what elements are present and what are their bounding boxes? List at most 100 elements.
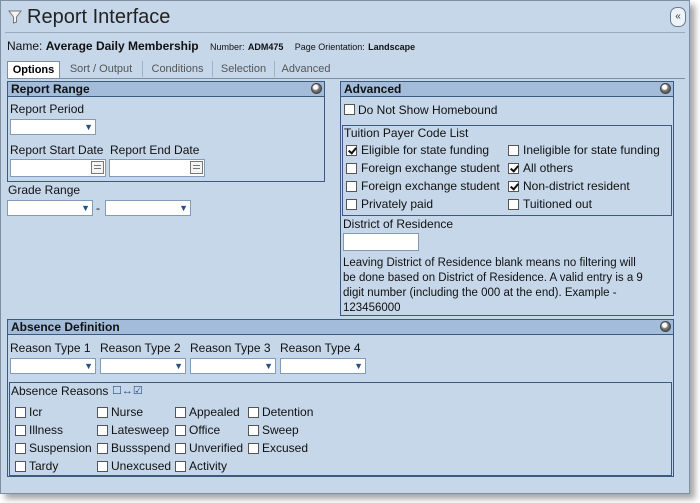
tab-sort-output[interactable]: Sort / Output — [60, 61, 143, 77]
tuition-tuitioned-out-checkbox[interactable] — [508, 199, 519, 210]
gear-icon[interactable] — [660, 83, 671, 94]
reason-nurse-label: Nurse — [111, 405, 144, 419]
reason-illness-label: Illness — [29, 423, 64, 437]
report-end-date-input[interactable] — [109, 159, 205, 177]
reason-type-3-label: Reason Type 3 — [190, 341, 271, 355]
reason-nurse-checkbox[interactable] — [97, 407, 108, 418]
title-divider — [5, 32, 685, 33]
tab-conditions[interactable]: Conditions — [143, 61, 213, 77]
reason-type-3-select[interactable]: ▼ — [190, 358, 276, 374]
reason-icr-checkbox[interactable] — [15, 407, 26, 418]
window-title: Report Interface — [27, 6, 171, 28]
reason-suspension-checkbox[interactable] — [15, 443, 26, 454]
gear-icon[interactable] — [660, 321, 671, 332]
tuition-foreign-exchange-2-label: Foreign exchange student — [361, 179, 500, 193]
tuition-eligible-checkbox[interactable] — [346, 145, 357, 156]
tuition-foreign-exchange-label: Foreign exchange student — [361, 161, 500, 175]
reason-appealed-label: Appealed — [189, 405, 240, 419]
report-range-panel: Report Range Report Period ▼ Report Star… — [7, 81, 325, 182]
tuition-privately-paid-checkbox[interactable] — [346, 199, 357, 210]
homebound-label: Do Not Show Homebound — [358, 103, 498, 117]
district-note-line-2: be done based on District of Residence. … — [343, 272, 643, 284]
tuition-ineligible-checkbox[interactable] — [508, 145, 519, 156]
absence-reasons-group: Absence Reasons ☐↔☑ Icr Nurse Appealed D… — [9, 382, 672, 476]
district-label: District of Residence — [343, 217, 454, 231]
tuition-payer-title: Tuition Payer Code List — [344, 126, 469, 140]
orientation-label: Page Orientation: — [294, 42, 365, 52]
district-note-line-1: Leaving District of Residence blank mean… — [343, 257, 636, 269]
tab-options[interactable]: Options — [7, 61, 60, 79]
absence-definition-panel: Absence Definition Reason Type 1 Reason … — [7, 319, 674, 477]
report-period-select[interactable]: ▼ — [10, 119, 96, 135]
chevron-down-icon: ▼ — [264, 361, 273, 371]
reason-bussspend-checkbox[interactable] — [97, 443, 108, 454]
reason-unverified-checkbox[interactable] — [175, 443, 186, 454]
reason-illness-checkbox[interactable] — [15, 425, 26, 436]
report-range-header: Report Range — [8, 82, 324, 97]
grade-range-to-select[interactable]: ▼ — [105, 200, 191, 216]
tuition-all-others-label: All others — [523, 161, 574, 175]
homebound-checkbox[interactable] — [344, 104, 355, 115]
tuition-all-others-checkbox[interactable] — [508, 163, 519, 174]
report-range-title: Report Range — [11, 82, 90, 96]
tab-advanced[interactable]: Advanced — [275, 61, 337, 77]
tab-selection[interactable]: Selection — [213, 61, 275, 77]
report-info-bar: Name: Average Daily Membership Number: A… — [7, 39, 415, 53]
tuition-foreign-exchange-checkbox[interactable] — [346, 163, 357, 174]
calendar-icon[interactable] — [190, 161, 203, 174]
district-input[interactable] — [343, 233, 419, 251]
report-period-label: Report Period — [10, 102, 85, 116]
report-interface-window: Report Interface « Name: Average Daily M… — [0, 0, 690, 494]
reason-type-2-select[interactable]: ▼ — [100, 358, 186, 374]
reason-tardy-label: Tardy — [29, 459, 59, 473]
reason-appealed-checkbox[interactable] — [175, 407, 186, 418]
reason-unexcused-checkbox[interactable] — [97, 461, 108, 472]
advanced-panel: Advanced Do Not Show Homebound Tuition P… — [340, 81, 674, 316]
reason-latesweep-checkbox[interactable] — [97, 425, 108, 436]
reason-activity-label: Activity — [189, 459, 228, 473]
district-note-line-3: digit number (including the 000 at the e… — [343, 287, 617, 299]
advanced-title: Advanced — [344, 82, 402, 96]
grade-range-label: Grade Range — [8, 183, 81, 197]
tuition-eligible-label: Eligible for state funding — [361, 143, 490, 157]
chevron-down-icon: ▼ — [354, 361, 363, 371]
name-label: Name: — [7, 39, 43, 53]
number-label: Number: — [209, 42, 245, 52]
absence-definition-title: Absence Definition — [11, 320, 120, 334]
tuition-non-district-label: Non-district resident — [523, 179, 630, 193]
reason-sweep-checkbox[interactable] — [248, 425, 259, 436]
calendar-icon[interactable] — [91, 161, 104, 174]
reason-detention-checkbox[interactable] — [248, 407, 259, 418]
tuition-ineligible-label: Ineligible for state funding — [523, 143, 660, 157]
grade-range-from-select[interactable]: ▼ — [7, 200, 93, 216]
collapse-button[interactable]: « — [670, 7, 686, 27]
reason-type-2-label: Reason Type 2 — [100, 341, 181, 355]
reason-bussspend-label: Bussspend — [111, 441, 171, 455]
report-start-date-input[interactable] — [10, 159, 106, 177]
tuition-foreign-exchange-2-checkbox[interactable] — [346, 181, 357, 192]
tab-divider — [7, 78, 685, 79]
reason-unverified-label: Unverified — [189, 441, 244, 455]
gear-icon[interactable] — [311, 83, 322, 94]
report-start-date-label: Report Start Date — [10, 143, 104, 157]
page-orientation: Landscape — [368, 42, 416, 52]
reason-type-4-label: Reason Type 4 — [280, 341, 361, 355]
absence-definition-header: Absence Definition — [8, 320, 673, 335]
reason-office-checkbox[interactable] — [175, 425, 186, 436]
reason-office-label: Office — [189, 423, 221, 437]
chevron-down-icon: ▼ — [84, 122, 93, 132]
funnel-icon — [8, 10, 22, 24]
reason-activity-checkbox[interactable] — [175, 461, 186, 472]
district-note-line-4: 123456000 — [343, 302, 401, 314]
select-all-toggle-icon[interactable]: ☐↔☑ — [112, 384, 143, 397]
reason-type-1-select[interactable]: ▼ — [10, 358, 96, 374]
tuition-non-district-checkbox[interactable] — [508, 181, 519, 192]
report-number: ADM475 — [247, 42, 284, 52]
tuition-privately-paid-label: Privately paid — [361, 197, 434, 211]
chevron-down-icon: ▼ — [174, 361, 183, 371]
advanced-header: Advanced — [341, 82, 673, 97]
reason-tardy-checkbox[interactable] — [15, 461, 26, 472]
tuition-payer-group: Tuition Payer Code List Eligible for sta… — [342, 125, 672, 216]
reason-type-4-select[interactable]: ▼ — [280, 358, 366, 374]
reason-excused-checkbox[interactable] — [248, 443, 259, 454]
